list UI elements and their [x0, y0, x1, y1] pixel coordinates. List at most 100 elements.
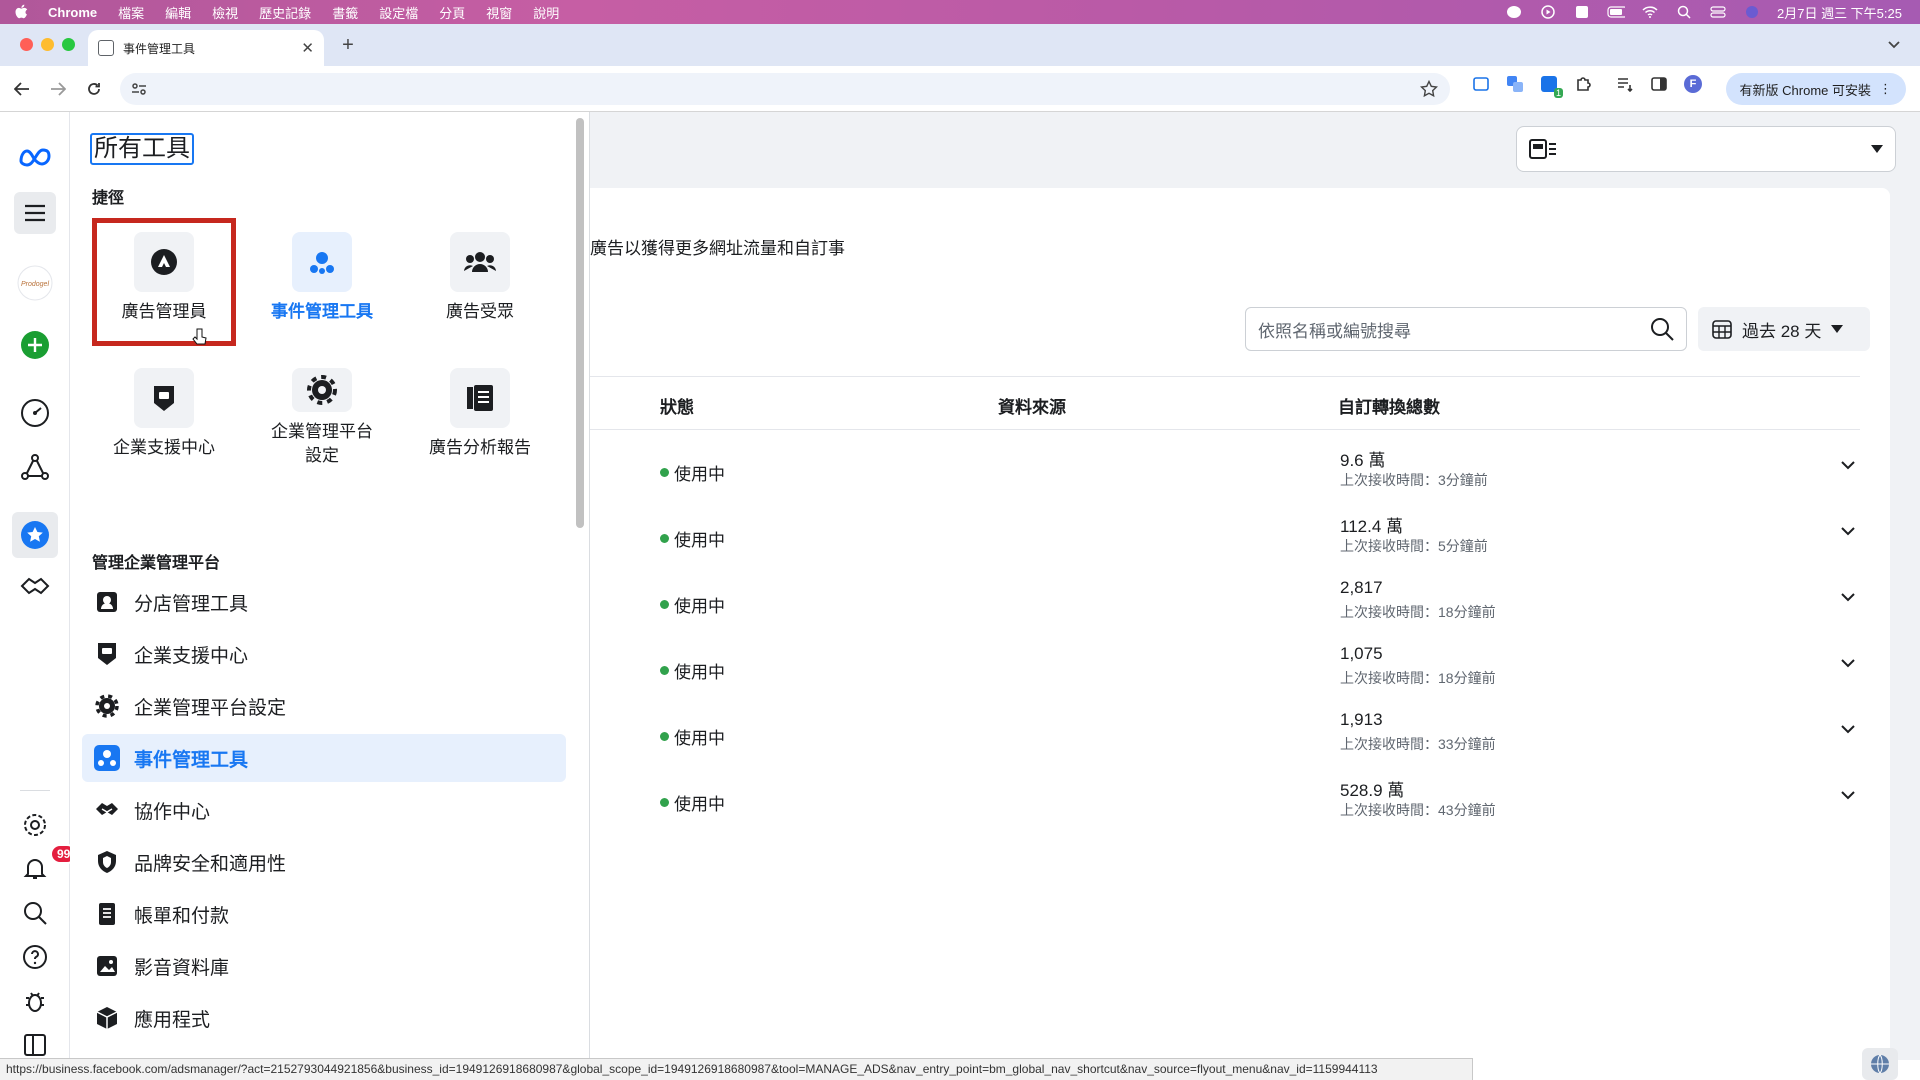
tab-search-chevron-icon[interactable] [1882, 34, 1906, 56]
menu-item-collaboration-center[interactable]: 協作中心 [82, 786, 566, 834]
menu-item-apps[interactable]: 應用程式 [82, 994, 566, 1042]
events-manager-icon [94, 745, 120, 771]
apple-icon[interactable] [14, 0, 40, 24]
menu-bookmarks[interactable]: 書籤 [332, 3, 358, 22]
table-row[interactable]: 使用中 1,075 上次接收時間：18分鐘前 [590, 636, 1860, 702]
menu-view[interactable]: 檢視 [212, 3, 238, 22]
input-method-icon[interactable] [1573, 5, 1591, 19]
spotlight-search-icon[interactable] [1675, 5, 1693, 19]
all-tools-star-icon[interactable] [12, 512, 58, 558]
line-app-icon[interactable] [1505, 5, 1523, 19]
business-avatar[interactable]: Prodogel [16, 264, 54, 302]
side-panel-icon[interactable] [1648, 73, 1670, 95]
menu-item-business-settings[interactable]: 企業管理平台設定 [82, 682, 566, 730]
search-icon[interactable] [16, 894, 54, 932]
meta-logo-icon[interactable] [16, 138, 54, 176]
column-total-conversions[interactable]: 自訂轉換總數 [1338, 393, 1440, 418]
status-dot [660, 468, 669, 477]
svg-text:Prodogel: Prodogel [21, 281, 49, 288]
expand-chevron-icon[interactable] [1840, 592, 1856, 602]
address-bar[interactable] [120, 73, 1450, 105]
menu-window[interactable]: 視窗 [486, 3, 512, 22]
menu-item-label: 協作中心 [134, 801, 211, 823]
wifi-icon[interactable] [1641, 5, 1659, 19]
globe-icon[interactable] [1862, 1048, 1898, 1080]
expand-chevron-icon[interactable] [1840, 790, 1856, 800]
translate-extension-icon[interactable] [1504, 73, 1526, 95]
shortcut-support-center[interactable]: 企業支援中心 [94, 368, 234, 468]
forward-button[interactable] [44, 75, 72, 103]
menu-file[interactable]: 檔案 [118, 3, 144, 22]
billing-icon [94, 901, 120, 927]
siri-icon[interactable] [1743, 5, 1761, 19]
reading-list-icon[interactable] [1614, 73, 1636, 95]
reload-button[interactable] [80, 75, 108, 103]
close-window-button[interactable] [20, 38, 33, 51]
wordtune-extension-icon[interactable]: 1 [1538, 73, 1563, 98]
menu-item-support-center[interactable]: 企業支援中心 [82, 630, 566, 678]
partnership-handshake-icon[interactable] [16, 568, 54, 606]
extension-sidebar-icon[interactable] [1470, 73, 1492, 95]
back-button[interactable] [8, 75, 36, 103]
shortcut-label: 企業支援中心 [113, 438, 215, 457]
search-icon[interactable] [1650, 317, 1674, 341]
menubar-clock[interactable]: 2月7日 週三 下午5:25 [1777, 3, 1902, 22]
control-center-icon[interactable] [1709, 5, 1727, 19]
extensions-puzzle-icon[interactable] [1572, 73, 1594, 95]
hamburger-menu-icon[interactable] [14, 192, 56, 234]
column-source[interactable]: 資料來源 [998, 393, 1066, 418]
minimize-window-button[interactable] [41, 38, 54, 51]
help-question-icon[interactable] [16, 938, 54, 976]
date-range-button[interactable]: 過去 28 天 [1698, 307, 1870, 351]
battery-icon[interactable] [1607, 5, 1625, 19]
create-plus-icon[interactable] [16, 326, 54, 364]
menu-item-locations[interactable]: 分店管理工具 [82, 578, 566, 626]
business-selector-dropdown[interactable] [1516, 126, 1896, 172]
expand-chevron-icon[interactable] [1840, 526, 1856, 536]
expand-chevron-icon[interactable] [1840, 658, 1856, 668]
play-circle-icon[interactable] [1539, 5, 1557, 19]
browser-tab[interactable]: 事件管理工具 ✕ [88, 30, 324, 66]
menu-item-brand-safety[interactable]: 品牌安全和適用性 [82, 838, 566, 886]
menu-item-events-manager[interactable]: 事件管理工具 [82, 734, 566, 782]
table-row[interactable]: 使用中 528.9 萬 上次接收時間：43分鐘前 [590, 768, 1860, 834]
menu-tab[interactable]: 分頁 [439, 3, 465, 22]
conversion-count: 112.4 萬 [1340, 517, 1404, 536]
table-row[interactable]: 使用中 2,817 上次接收時間：18分鐘前 [590, 570, 1860, 636]
flyout-scrollbar[interactable] [576, 118, 584, 528]
chrome-update-button[interactable]: 有新版 Chrome 可安裝 ⋮ [1725, 73, 1906, 105]
table-row[interactable]: 使用中 112.4 萬 上次接收時間：5分鐘前 [590, 504, 1860, 570]
network-nodes-icon[interactable] [16, 448, 54, 486]
menu-history[interactable]: 歷史記錄 [259, 3, 311, 22]
status-cell: 使用中 [660, 790, 725, 815]
bookmark-star-icon[interactable] [1420, 80, 1438, 98]
notifications-bell-icon[interactable]: 99 [16, 844, 78, 888]
search-input[interactable]: 依照名稱或編號搜尋 [1245, 307, 1687, 351]
column-status[interactable]: 狀態 [660, 393, 694, 418]
menu-app-chrome[interactable]: Chrome [48, 5, 97, 20]
kebab-menu-icon[interactable]: ⋮ [1879, 81, 1892, 97]
table-row[interactable]: 使用中 9.6 萬 上次接收時間：3分鐘前 [590, 438, 1860, 504]
profile-initial: F [1689, 78, 1697, 90]
shortcut-ads-reporting[interactable]: 廣告分析報告 [410, 368, 550, 468]
profile-avatar[interactable]: F [1682, 73, 1704, 95]
report-bug-icon[interactable] [16, 982, 54, 1020]
menu-profiles[interactable]: 設定檔 [379, 3, 418, 22]
menu-item-media-library[interactable]: 影音資料庫 [82, 942, 566, 990]
expand-chevron-icon[interactable] [1840, 460, 1856, 470]
shortcut-events-manager[interactable]: 事件管理工具 [252, 232, 392, 332]
tab-close-icon[interactable]: ✕ [301, 39, 314, 57]
table-row[interactable]: 使用中 1,913 上次接收時間：33分鐘前 [590, 702, 1860, 768]
menu-edit[interactable]: 編輯 [165, 3, 191, 22]
dashboard-gauge-icon[interactable] [16, 394, 54, 432]
new-tab-button[interactable]: + [336, 34, 360, 57]
menu-help[interactable]: 說明 [533, 3, 559, 22]
shortcut-audiences[interactable]: 廣告受眾 [410, 232, 550, 332]
flyout-title: 所有工具 [90, 133, 194, 165]
shortcut-business-settings[interactable]: 企業管理平台 設定 [252, 368, 392, 468]
site-info-icon[interactable] [130, 80, 148, 98]
zoom-window-button[interactable] [62, 38, 75, 51]
menu-item-billing[interactable]: 帳單和付款 [82, 890, 566, 938]
expand-chevron-icon[interactable] [1840, 724, 1856, 734]
settings-gear-icon[interactable] [16, 806, 54, 844]
